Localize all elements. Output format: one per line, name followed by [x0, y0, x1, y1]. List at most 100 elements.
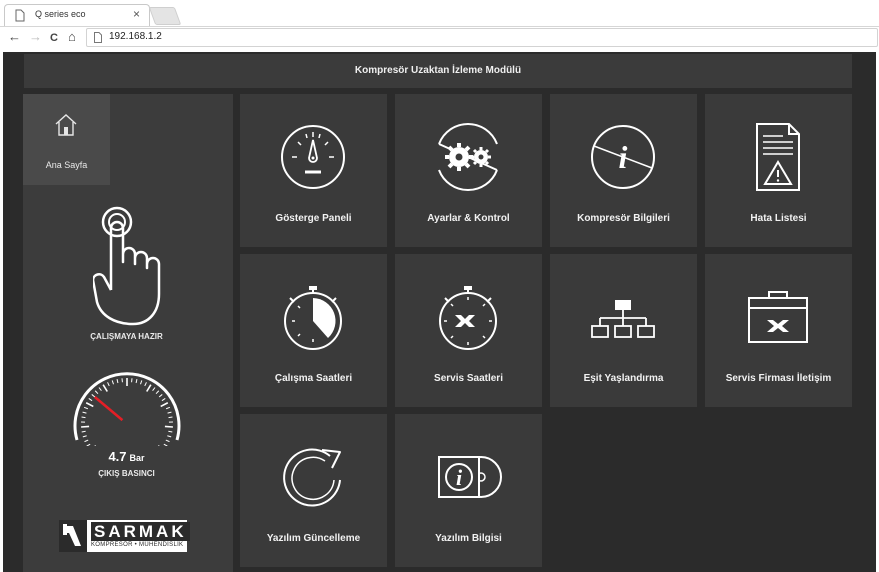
sidebar: Ana Sayfa ÇALIŞMAYA HAZIR 4.7 Bar ÇIKIŞ B…	[23, 94, 233, 572]
tile-kompresor-bilgileri[interactable]: i Kompresör Bilgileri	[550, 94, 697, 247]
gauge-tick	[168, 416, 173, 419]
dashboard-gauge-icon	[281, 125, 345, 189]
tile-label: Eşit Yaşlandırma	[583, 373, 664, 384]
logo-name: SARMAK	[91, 522, 190, 541]
gauge-tick	[81, 430, 86, 433]
tile-esit-yaslandirma[interactable]: Eşit Yaşlandırma	[550, 254, 697, 407]
logo-mark	[59, 520, 87, 552]
refresh-icon	[283, 448, 341, 507]
gauge-tick	[167, 411, 172, 414]
gauge-tick	[94, 390, 99, 395]
gauge-tick	[135, 378, 138, 384]
new-tab-button[interactable]	[148, 7, 182, 25]
tile-servis-firmasi-iletisim[interactable]: Servis Firması İletişim	[705, 254, 852, 407]
tab-title: Q series eco	[35, 9, 86, 19]
gears-icon	[438, 123, 498, 191]
header-bar: Kompresör Uzaktan İzleme Modülü	[24, 54, 852, 88]
page-title: Kompresör Uzaktan İzleme Modülü	[354, 65, 522, 76]
gauge-tick	[88, 398, 93, 402]
tile-label: Ayarlar & Kontrol	[427, 213, 510, 224]
gauge-tick	[82, 435, 87, 438]
service-stopwatch-icon	[439, 286, 497, 350]
address-bar[interactable]: 192.168.1.2	[86, 28, 878, 47]
home-icon[interactable]: ⌂	[68, 29, 76, 45]
gauge-tick	[81, 425, 90, 428]
status-label: ÇALIŞMAYA HAZIR	[90, 332, 163, 341]
software-disc-icon: i	[438, 456, 502, 498]
pressure-label: ÇIKIŞ BASINCI	[98, 469, 155, 478]
gauge-tick	[116, 378, 119, 384]
gauge-tick	[111, 380, 114, 385]
logo-pipe-icon	[63, 524, 81, 546]
tile-label: Yazılım Bilgisi	[435, 533, 502, 544]
gauge-tick	[152, 387, 156, 391]
back-arrow-icon[interactable]: ←	[8, 29, 21, 45]
browser-toolbar: ← → C ⌂ 192.168.1.2	[0, 26, 879, 48]
pressure-readout: 4.7 Bar	[23, 448, 230, 466]
logo-tagline: KOMPRESÖR • MÜHENDİSLİK	[91, 542, 184, 548]
gauge-tick	[85, 402, 94, 408]
svg-text:i: i	[456, 465, 463, 490]
error-document-icon	[756, 123, 800, 191]
gauge-tick	[163, 443, 168, 446]
home-button[interactable]: Ana Sayfa	[23, 94, 110, 185]
info-icon: i	[591, 125, 655, 189]
gauge-tick	[165, 439, 170, 443]
svg-text:i: i	[619, 139, 628, 175]
tile-gosterge-paneli[interactable]: Gösterge Paneli	[240, 94, 387, 247]
hand-tap-icon	[93, 206, 161, 326]
gauge-tick	[155, 390, 160, 395]
gauge-tick	[140, 380, 143, 385]
gauge-tick	[161, 398, 166, 402]
tile-label: Servis Saatleri	[434, 373, 503, 384]
gauge-tick	[158, 394, 163, 398]
browser-tab[interactable]: Q series eco ×	[4, 4, 150, 26]
gauge-tick	[164, 425, 173, 428]
gauge-tick	[168, 430, 173, 433]
toolbox-icon	[748, 291, 808, 343]
gauge-needle	[94, 396, 124, 422]
forward-arrow-icon[interactable]: →	[29, 29, 42, 45]
gauge-tick	[98, 387, 102, 391]
stopwatch-icon	[284, 286, 342, 350]
tile-yazilim-bilgisi[interactable]: i Yazılım Bilgisi	[395, 414, 542, 567]
tile-calisma-saatleri[interactable]: Çalışma Saatleri	[240, 254, 387, 407]
gauge-tick	[82, 411, 87, 414]
gauge-tick	[91, 394, 96, 398]
tile-label: Gösterge Paneli	[275, 213, 352, 224]
hierarchy-icon	[591, 300, 655, 338]
page-info-icon	[94, 32, 102, 43]
sarmak-logo: SARMAK KOMPRESÖR • MÜHENDİSLİK	[59, 520, 190, 552]
tile-yazilim-guncelleme[interactable]: Yazılım Güncelleme	[240, 414, 387, 567]
gauge-tick	[165, 406, 171, 410]
pressure-value: 4.7	[108, 449, 127, 464]
gauge-tick	[86, 443, 91, 446]
tile-label: Çalışma Saatleri	[274, 373, 353, 384]
app-container: Kompresör Uzaktan İzleme Modülü Ana Sayf…	[3, 52, 876, 572]
home-label: Ana Sayfa	[45, 160, 88, 170]
url-text: 192.168.1.2	[109, 31, 162, 42]
gauge-ticks	[81, 378, 173, 446]
browser-window: Q series eco × ← → C ⌂ 192.168.1.2 Kompr…	[0, 0, 879, 572]
tile-label: Hata Listesi	[750, 213, 807, 224]
tile-label: Kompresör Bilgileri	[577, 213, 670, 224]
gauge-tick	[160, 402, 169, 408]
tab-strip: Q series eco ×	[0, 0, 879, 26]
gauge-tick	[84, 439, 89, 443]
gauge-tick	[102, 384, 108, 392]
tile-hata-listesi[interactable]: Hata Listesi	[705, 94, 852, 247]
tile-label: Servis Firması İletişim	[725, 373, 832, 384]
reload-icon[interactable]: C	[50, 30, 58, 46]
page-document-icon	[15, 9, 25, 22]
house-icon	[55, 114, 77, 136]
gauge-tick	[167, 435, 172, 438]
tab-close-icon[interactable]: ×	[133, 7, 140, 21]
pressure-gauge	[73, 372, 181, 446]
gauge-tick	[144, 382, 147, 387]
gauge-tick	[146, 384, 152, 392]
tile-label: Yazılım Güncelleme	[266, 533, 361, 544]
tile-servis-saatleri[interactable]: Servis Saatleri	[395, 254, 542, 407]
gauge-tick	[83, 406, 89, 410]
tile-ayarlar-kontrol[interactable]: Ayarlar & Kontrol	[395, 94, 542, 247]
web-content: Kompresör Uzaktan İzleme Modülü Ana Sayf…	[0, 48, 879, 572]
